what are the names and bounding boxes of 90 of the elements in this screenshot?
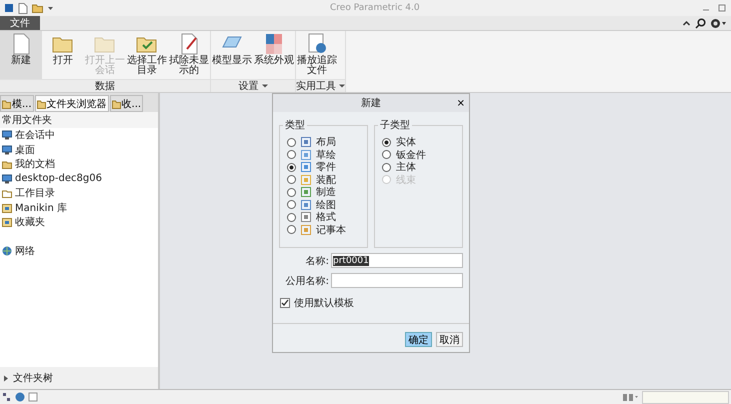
option-label: 格式 <box>316 210 336 224</box>
navigator-tab[interactable]: 收... <box>110 95 144 112</box>
library-icon <box>2 217 12 228</box>
folder-icon <box>112 98 121 108</box>
checkbox[interactable] <box>280 298 290 308</box>
option-label: 装配 <box>316 174 336 186</box>
maximize-icon[interactable] <box>717 3 727 13</box>
radio-button[interactable] <box>382 162 391 172</box>
checkbox-label: 使用默认模板 <box>294 296 354 310</box>
ribbon-button[interactable]: 拭除未显示的 <box>168 31 210 79</box>
type-icon <box>301 162 311 172</box>
folder-item[interactable]: 我的文档 <box>0 157 55 172</box>
ribbon-button[interactable]: 选择工作目录 <box>126 31 168 79</box>
monitor-icon <box>2 174 12 184</box>
folder-icon <box>36 98 46 108</box>
group-label: 类型 <box>284 118 306 132</box>
radio-button[interactable] <box>287 200 296 210</box>
ribbon-button[interactable]: 打开 <box>42 31 84 79</box>
expand-icon <box>3 374 9 382</box>
monitor-icon <box>2 144 12 155</box>
radio-button[interactable] <box>287 138 296 147</box>
radio-button[interactable] <box>287 188 296 197</box>
folder-tree-toggle[interactable]: 文件夹树 <box>0 367 158 389</box>
ribbon-button[interactable]: 模型显示 <box>211 31 253 79</box>
option-label: 钣金件 <box>396 148 426 162</box>
tree-icon[interactable] <box>2 392 12 402</box>
input-field[interactable]: prt0001 <box>331 253 463 268</box>
folder-icon <box>2 98 11 108</box>
radio-button[interactable] <box>287 175 296 184</box>
dialog-title: 新建 <box>361 96 381 110</box>
radio-button[interactable] <box>287 225 296 234</box>
ribbon-button[interactable]: 系统外观 <box>253 31 295 79</box>
type-icon <box>301 200 311 210</box>
window-title: Creo Parametric 4.0 <box>330 3 420 13</box>
type-icon <box>301 137 311 148</box>
type-icon <box>301 224 311 235</box>
folder-icon <box>2 159 12 170</box>
new-file-icon[interactable] <box>18 2 28 14</box>
section-header: 常用文件夹 <box>0 112 158 128</box>
ribbon-button[interactable]: 新建 <box>0 31 42 79</box>
option-label: 主体 <box>396 160 416 174</box>
radio-button[interactable] <box>287 150 296 160</box>
input-field[interactable] <box>331 273 463 288</box>
ribbon-button[interactable]: 播放追踪文件 <box>296 31 338 79</box>
type-icon <box>301 150 311 160</box>
folder-item[interactable]: desktop-dec8g06 <box>0 172 102 186</box>
field-label: 公用名称: <box>284 274 329 288</box>
binoculars-icon[interactable] <box>621 392 639 402</box>
filter-field[interactable] <box>642 390 729 404</box>
option-label: 绘图 <box>316 198 336 212</box>
folder-item[interactable]: 在会话中 <box>0 128 55 142</box>
radio-button[interactable] <box>382 138 391 147</box>
close-button[interactable]: × <box>456 98 465 108</box>
folder-item[interactable]: 网络 <box>0 244 35 258</box>
file-tab[interactable]: 文件 <box>0 16 40 30</box>
type-icon <box>301 174 311 185</box>
folder-item[interactable]: 桌面 <box>0 142 35 157</box>
option-label: 草绘 <box>316 148 336 162</box>
option-label: 实体 <box>396 136 416 150</box>
folder-item[interactable]: 收藏夹 <box>0 215 45 230</box>
field-label: 名称: <box>304 254 329 268</box>
help-icon[interactable] <box>710 18 727 28</box>
folder-icon[interactable] <box>32 3 43 13</box>
option-label: 布局 <box>316 136 336 150</box>
group-label: 子类型 <box>379 118 411 132</box>
window-icon[interactable] <box>28 392 38 402</box>
cancel-button[interactable]: 取消 <box>436 332 463 347</box>
option-label: 记事本 <box>316 224 346 237</box>
monitor-icon <box>2 130 12 140</box>
radio-button[interactable] <box>287 162 296 172</box>
folder-item[interactable]: Manikin 库 <box>0 200 67 215</box>
option-label: 零件 <box>316 161 336 174</box>
option-label: 制造 <box>316 186 336 200</box>
navigator-tab[interactable]: 文件夹浏览器 <box>34 95 109 112</box>
group-label: 数据 <box>95 80 115 93</box>
navigator-tab[interactable]: 模... <box>0 95 34 112</box>
radio-button[interactable] <box>287 212 296 222</box>
caret-icon[interactable] <box>262 83 268 89</box>
library-icon <box>2 202 12 213</box>
search-icon[interactable] <box>695 18 706 28</box>
radio-button[interactable] <box>382 150 391 160</box>
type-icon <box>301 212 311 222</box>
ok-button[interactable]: 确定 <box>405 332 432 347</box>
globe-icon[interactable] <box>15 392 25 402</box>
collapse-icon[interactable] <box>682 18 691 28</box>
folder-item[interactable]: 工作目录 <box>0 186 55 200</box>
globe-icon <box>2 246 12 256</box>
type-icon <box>301 187 311 198</box>
caret-icon[interactable] <box>339 83 345 89</box>
app-icon[interactable] <box>4 3 14 13</box>
